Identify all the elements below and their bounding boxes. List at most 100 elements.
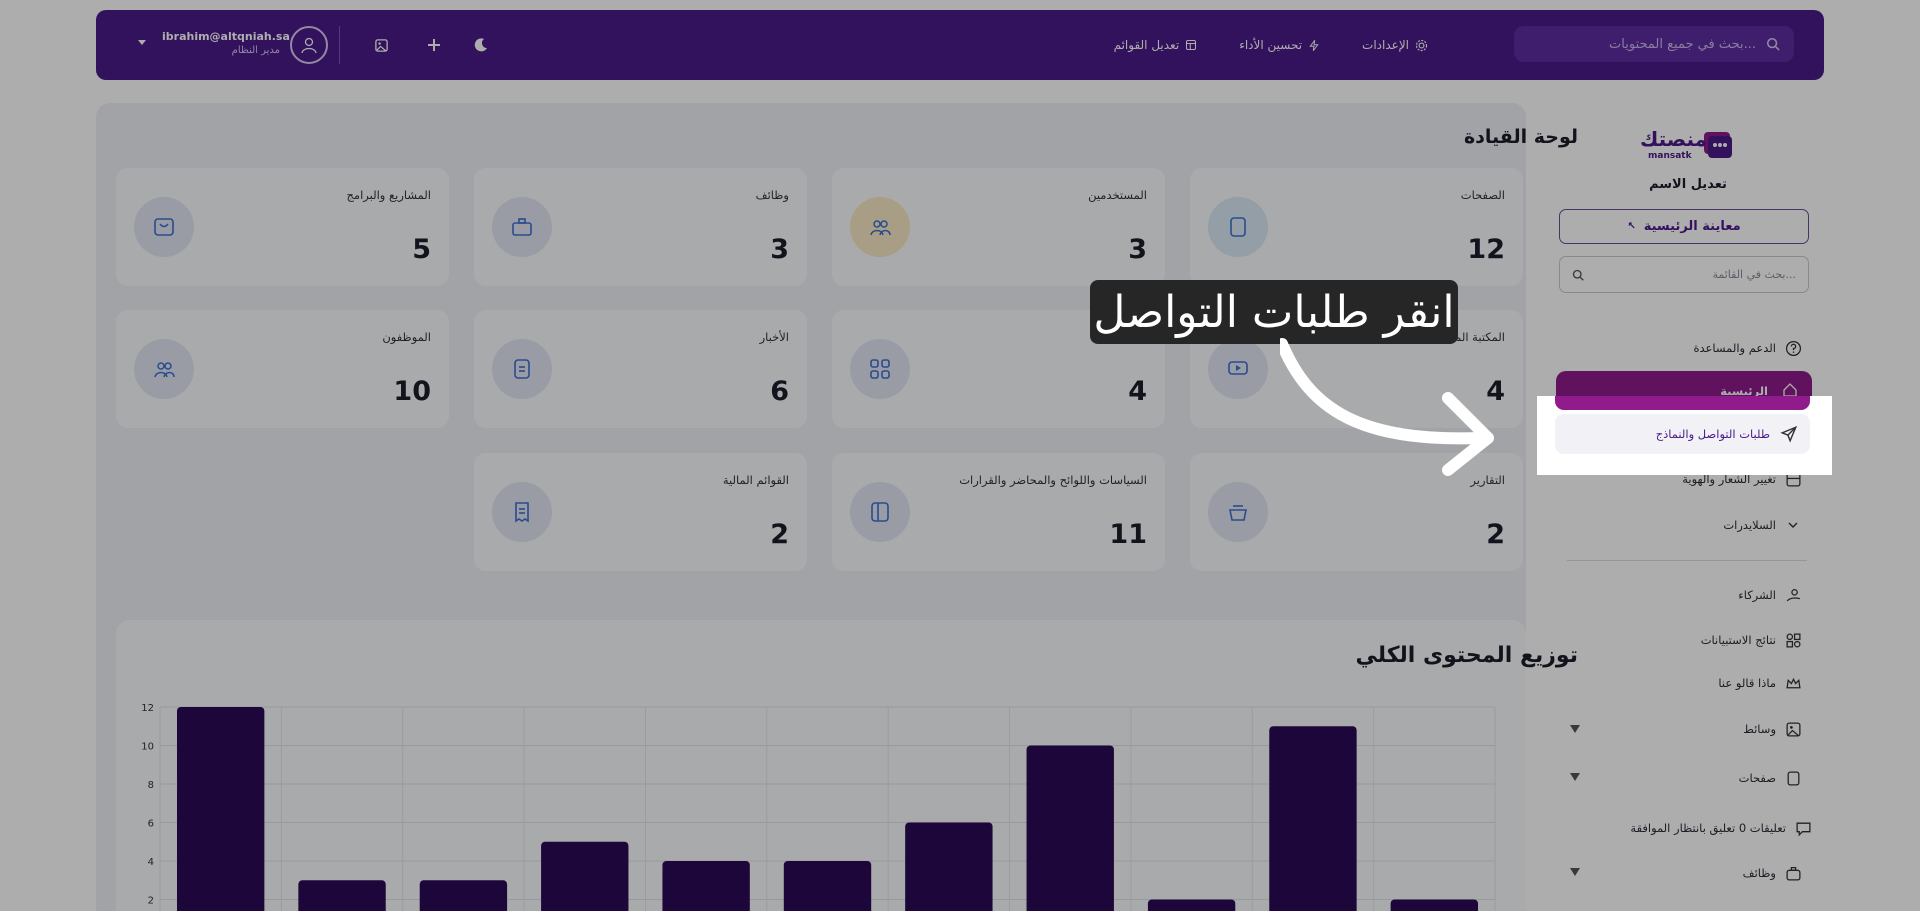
chart-bar[interactable] [1390,899,1479,911]
stat-card[interactable]: الصفحات 12 [1190,168,1523,286]
user-email: ibrahim@altqniah.sa [162,30,290,43]
avatar[interactable] [290,26,328,64]
global-search[interactable]: بحث في جميع المحتويات... [1514,26,1794,62]
search-placeholder: بحث في جميع المحتويات... [1609,36,1756,52]
expand-media-icon[interactable] [1570,725,1580,733]
pointer-arrow-icon [1280,338,1494,476]
stat-card-label: المشاريع والبرامج [346,188,432,202]
chart-title: توزيع المحتوى الكلي [1355,643,1578,668]
basket-icon [1208,482,1268,542]
menu-item-pages[interactable]: صفحات [1739,769,1802,787]
menu-item-comments[interactable]: تعليقات 0 تعليق بانتظار الموافقة [1630,819,1812,837]
menu-item-sliders[interactable]: السلايدرات [1723,516,1802,534]
stat-card-label: الأخبار [759,330,789,344]
menu-item-media[interactable]: وسائط [1743,720,1802,738]
chart-bar[interactable] [905,822,993,911]
moon-icon[interactable] [468,32,494,58]
nav-performance-label: تحسين الأداء [1239,38,1303,52]
nav-settings[interactable]: الإعدادات [1362,38,1428,52]
menu-item-label: ماذا قالو عنا [1718,676,1776,690]
menu-search-input[interactable]: بحث في القائمة... [1559,256,1809,293]
send-icon [1780,425,1798,443]
stat-card-value: 11 [1109,519,1147,550]
stat-card[interactable]: الموظفون 10 [116,310,449,428]
divider [1567,560,1807,561]
briefcase-icon [492,197,552,257]
search-icon [1766,37,1780,51]
divider [339,26,340,64]
nav-edit-menus-label: تعديل القوائم [1113,38,1180,52]
layout-icon [1186,39,1197,51]
menu-item-testimonials[interactable]: ماذا قالو عنا [1718,674,1802,692]
chart-bar[interactable] [298,880,386,911]
stat-card-value: 12 [1467,234,1505,265]
y-tick-label: 6 [148,819,154,830]
menu-item-label: طلبات التواصل والنماذج [1655,427,1770,441]
menu-item-contact-requests[interactable]: طلبات التواصل والنماذج [1555,414,1810,454]
menu-item-partners[interactable]: الشركاء [1738,586,1802,604]
stat-card[interactable]: وظائف 3 [474,168,807,286]
caret-down-icon[interactable] [138,40,146,45]
preview-home-button[interactable]: ↖ معاينة الرئيسية [1559,209,1809,244]
question-icon [1784,339,1802,357]
user-icon [301,37,317,54]
receipt-icon [492,482,552,542]
nav-performance[interactable]: تحسين الأداء [1239,38,1320,52]
chart-bar[interactable] [419,880,508,911]
chart-bar[interactable] [1147,899,1236,911]
stat-card[interactable]: المستخدمين 3 [832,168,1165,286]
image-icon[interactable] [368,32,394,58]
menu-item-label: وسائط [1743,722,1776,736]
pages-icon [1784,769,1802,787]
chevron-down-icon [1784,516,1802,534]
stat-card-value: 10 [393,376,431,407]
menu-item-support[interactable]: الدعم والمساعدة [1694,339,1803,357]
chart-bar[interactable] [662,861,750,911]
nav-edit-menus[interactable]: تعديل القوائم [1114,38,1198,52]
y-tick-label: 8 [148,780,154,791]
stat-card[interactable]: السياسات واللوائح والمحاضر والقرارات 11 [832,453,1165,571]
handshake-icon [1784,586,1802,604]
chart-bar[interactable] [1269,726,1357,911]
chart-bar[interactable] [1026,745,1114,911]
stat-card-value: 4 [1128,376,1147,407]
menu-item-label: صفحات [1738,771,1776,785]
stat-card[interactable]: المشاريع والبرامج 5 [116,168,449,286]
user-info: ibrahim@altqniah.sa مدير النظام [162,30,290,56]
expand-pages-icon[interactable] [1570,773,1580,781]
highlighted-menu-region[interactable]: طلبات التواصل والنماذج [1537,396,1832,475]
chart-bar[interactable] [783,861,872,911]
document-icon [492,339,552,399]
chart-bar[interactable] [176,707,265,911]
expand-jobs-icon[interactable] [1570,868,1580,876]
stat-card-label: المستخدمين [1088,188,1147,202]
chart-bar[interactable] [541,841,629,911]
video-icon [1208,339,1268,399]
menu-item-label: نتائج الاستبيانات [1700,633,1776,647]
stat-card-value: 3 [1128,234,1147,265]
stat-card-value: 2 [770,519,789,550]
menu-search-placeholder: بحث في القائمة... [1712,268,1796,281]
stat-card-value: 2 [1486,519,1505,550]
y-tick-label: 2 [148,896,154,907]
bag-icon [134,197,194,257]
edit-name[interactable]: تعديل الاسم [1556,177,1820,192]
stat-card-label: القوائم المالية [722,473,789,487]
briefcase-icon [1784,864,1802,882]
search-icon [1572,269,1584,281]
stat-card-value: 6 [770,376,789,407]
nav-settings-label: الإعدادات [1362,38,1409,52]
stat-card-value: 5 [412,234,431,265]
stat-card[interactable]: الأخبار 6 [474,310,807,428]
menu-item-jobs[interactable]: وظائف [1743,864,1802,882]
y-tick-label: 4 [148,857,154,868]
notebook-icon [1208,197,1268,257]
menu-item-surveys[interactable]: نتائج الاستبيانات [1701,631,1802,649]
users-icon [134,339,194,399]
grid-icon [850,339,910,399]
stat-card[interactable]: القوائم المالية 2 [474,453,807,571]
menu-item-label: الشركاء [1738,588,1776,602]
plus-icon[interactable] [421,32,447,58]
stat-card-label: الموظفون [382,330,431,344]
external-link-icon: ↖ [1627,221,1636,232]
